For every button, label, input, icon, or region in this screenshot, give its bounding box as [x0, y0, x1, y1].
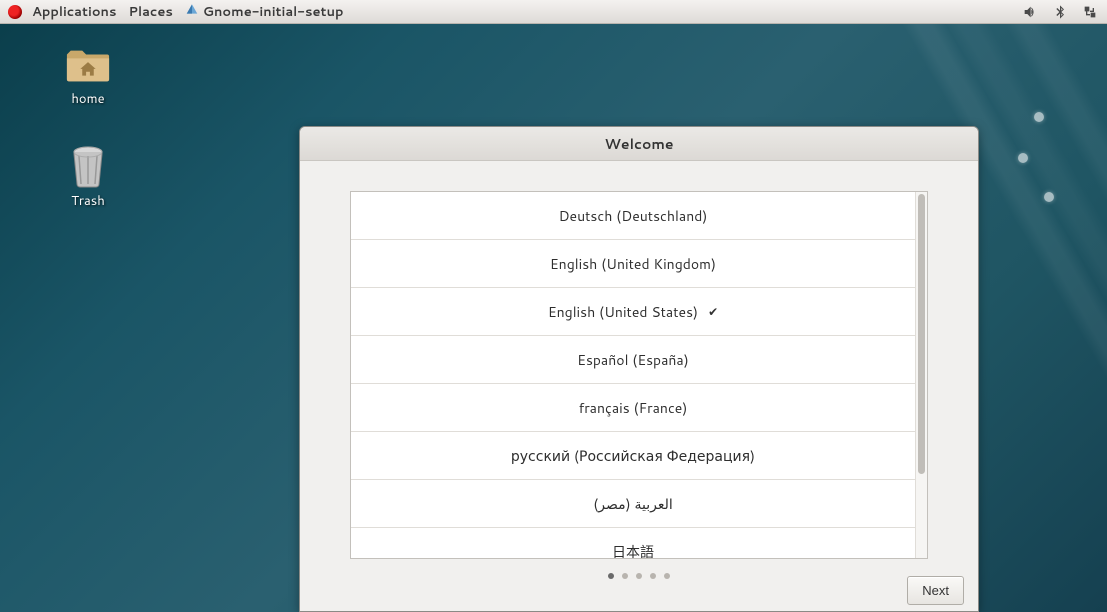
language-label: English (United States) — [548, 302, 698, 322]
volume-icon[interactable] — [1021, 3, 1039, 21]
window-titlebar: Welcome — [300, 127, 978, 161]
folder-home-icon — [65, 46, 111, 86]
language-option[interactable]: English (United States) ✔ — [351, 288, 915, 336]
current-app-label: Gnome-initial-setup — [203, 3, 344, 21]
language-label: English (United Kingdom) — [550, 254, 716, 274]
bg-dot — [1044, 192, 1054, 202]
window-title: Welcome — [604, 134, 673, 154]
initial-setup-window: Welcome Deutsch (Deutschland) English (Un… — [299, 126, 979, 612]
trash-icon — [70, 146, 106, 190]
language-option[interactable]: русский (Российская Федерация) — [351, 432, 915, 480]
page-dot — [608, 573, 614, 579]
scrollbar-thumb[interactable] — [918, 194, 925, 474]
language-list-container: Deutsch (Deutschland) English (United Kin… — [350, 191, 928, 559]
language-option[interactable]: Deutsch (Deutschland) — [351, 192, 915, 240]
bluetooth-icon[interactable] — [1051, 3, 1069, 21]
page-dot — [664, 573, 670, 579]
language-option[interactable]: 日本語 — [351, 528, 915, 558]
language-label: français (France) — [579, 398, 688, 418]
language-option[interactable]: العربية (مصر) — [351, 480, 915, 528]
language-label: Español (España) — [577, 350, 689, 370]
current-app-menu[interactable]: Gnome-initial-setup — [185, 2, 344, 21]
language-option[interactable]: français (France) — [351, 384, 915, 432]
language-label: 日本語 — [612, 542, 654, 558]
setup-app-icon — [185, 2, 199, 21]
network-icon[interactable] — [1081, 3, 1099, 21]
desktop-icon-home[interactable]: home — [48, 46, 128, 108]
page-dot — [650, 573, 656, 579]
distro-logo-icon — [8, 5, 22, 19]
language-label: Deutsch (Deutschland) — [559, 206, 708, 226]
bg-dot — [1034, 112, 1044, 122]
applications-menu[interactable]: Applications — [8, 3, 116, 21]
language-list: Deutsch (Deutschland) English (United Kin… — [351, 192, 915, 558]
page-dot — [622, 573, 628, 579]
top-panel: Applications Places Gnome-initial-setup — [0, 0, 1107, 24]
language-label: العربية (مصر) — [593, 494, 673, 514]
desktop-icon-trash[interactable]: Trash — [48, 148, 128, 210]
places-menu[interactable]: Places — [128, 3, 172, 21]
language-option[interactable]: Español (España) — [351, 336, 915, 384]
language-label: русский (Российская Федерация) — [511, 446, 755, 466]
bg-dot — [1018, 153, 1028, 163]
language-option[interactable]: English (United Kingdom) — [351, 240, 915, 288]
check-icon: ✔ — [708, 303, 718, 320]
page-dot — [636, 573, 642, 579]
next-button[interactable]: Next — [907, 576, 964, 605]
home-label: home — [48, 90, 128, 108]
applications-label: Applications — [32, 3, 116, 21]
scrollbar[interactable] — [915, 192, 927, 558]
trash-label: Trash — [48, 192, 128, 210]
page-indicator — [350, 573, 928, 579]
